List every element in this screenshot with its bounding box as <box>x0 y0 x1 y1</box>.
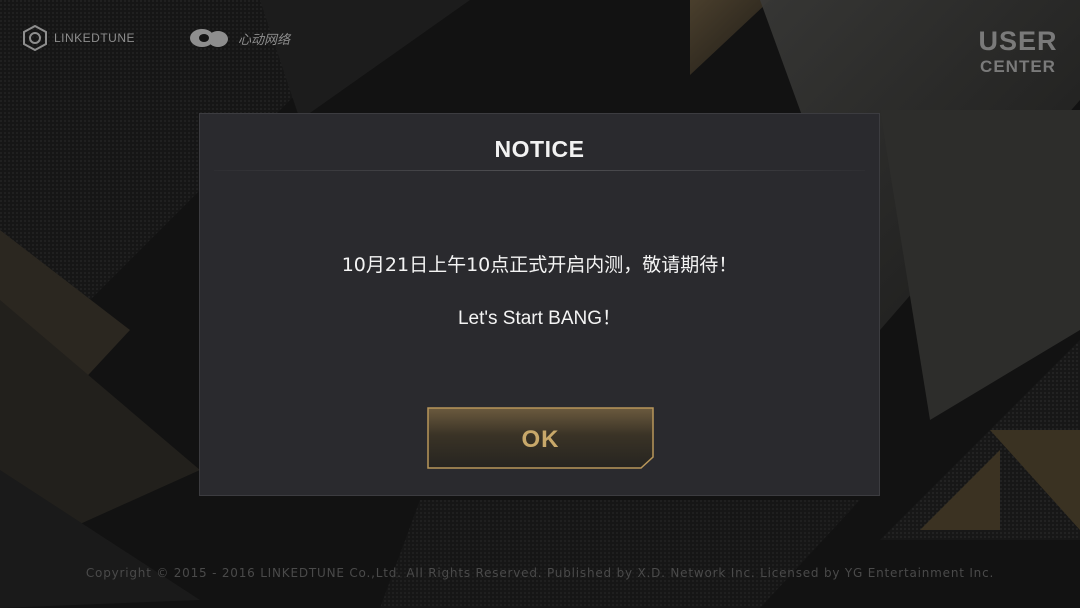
copyright-text: Copyright © 2015 - 2016 LINKEDTUNE Co.,L… <box>85 566 995 580</box>
ok-button[interactable]: OK <box>427 407 654 469</box>
dialog-title: NOTICE <box>494 136 585 162</box>
notice-dialog: NOTICE 10月21日上午10点正式开启内测，敬请期待！ Let's Sta… <box>199 113 880 496</box>
xd-network-logo-icon <box>190 29 228 47</box>
linkedtune-logo: LINKEDTUNE <box>22 24 135 52</box>
dialog-message-line2: Let's Start BANG！ <box>457 308 622 329</box>
user-center-label-line2: CENTER <box>980 57 1056 76</box>
dialog-divider <box>214 170 865 171</box>
user-center-button[interactable]: USER CENTER <box>978 26 1058 76</box>
dialog-message-line1: 10月21日上午10点正式开启内测，敬请期待！ <box>341 254 738 276</box>
user-center-label-line1: USER <box>978 26 1058 56</box>
linkedtune-logo-text: LINKEDTUNE <box>54 31 136 45</box>
linkedtune-logo-icon <box>23 25 47 51</box>
xd-network-logo-text: 心动网络 <box>238 31 291 47</box>
xd-network-logo: 心动网络 <box>188 24 290 52</box>
ok-button-label: OK <box>521 426 560 453</box>
